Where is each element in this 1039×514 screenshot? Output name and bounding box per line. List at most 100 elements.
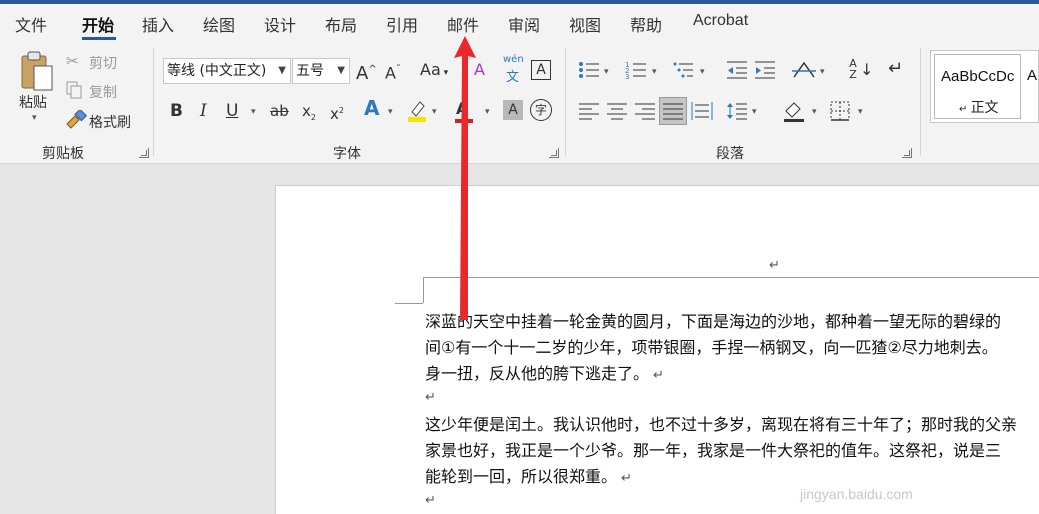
font-group-label: 字体 (333, 146, 361, 162)
text-effects-button[interactable]: A (364, 98, 379, 118)
return-mark: ↵ (425, 493, 436, 508)
scissors-icon: ✂ (66, 52, 79, 70)
style-next[interactable]: A (1025, 54, 1039, 119)
return-mark: ↵ (653, 368, 664, 383)
align-center-icon[interactable] (606, 102, 628, 120)
paste-button[interactable]: 粘贴 (19, 92, 47, 112)
highlight-icon[interactable] (406, 98, 428, 122)
font-color-dropdown[interactable]: ▾ (485, 107, 490, 117)
separator (565, 48, 566, 156)
shading-dropdown[interactable]: ▾ (812, 107, 817, 117)
text-effects-dropdown[interactable]: ▾ (388, 107, 393, 117)
paste-icon[interactable] (18, 50, 56, 92)
line-spacing-dropdown[interactable]: ▾ (752, 107, 757, 117)
return-mark: ↵ (425, 390, 436, 405)
return-mark: ↵ (621, 471, 632, 486)
paragraph-launcher-icon[interactable] (902, 148, 912, 158)
enclose-characters-button[interactable]: 字 (530, 99, 552, 121)
borders-icon[interactable] (830, 101, 850, 121)
phonetic-guide-hint: wén (503, 54, 524, 65)
paragraph-line[interactable]: 家景也好，我正是一个少爷。那一年，我家是一件大祭祀的值年。这祭祀，说是三 (425, 437, 1001, 461)
cut-button[interactable]: 剪切 (89, 53, 117, 73)
italic-button[interactable]: I (200, 101, 207, 121)
line-spacing-icon[interactable] (726, 101, 748, 121)
superscript-button[interactable]: x2 (330, 101, 344, 124)
character-border-icon[interactable]: A (531, 60, 551, 80)
header-separator (423, 277, 1039, 278)
style-normal[interactable]: AaBbCcDc ↵ 正文 (934, 54, 1021, 119)
paragraph-line[interactable]: 间①有一个十一二岁的少年，项带银圈，手捏一柄钢叉，向一匹猹②尽力地刺去。 (425, 334, 998, 358)
chevron-down-icon: ▼ (278, 65, 286, 76)
tab-review[interactable]: 审阅 (508, 12, 540, 36)
sort-icon[interactable]: A Z (847, 58, 859, 80)
align-right-icon[interactable] (634, 102, 656, 120)
tab-help[interactable]: 帮助 (630, 12, 662, 36)
font-launcher-icon[interactable] (549, 148, 559, 158)
paragraph-line-text: 能轮到一回，所以很郑重。 (425, 467, 618, 486)
multilevel-list-dropdown[interactable]: ▾ (700, 67, 705, 77)
phonetic-guide-icon[interactable]: 文 (506, 66, 519, 85)
separator (153, 48, 154, 156)
asian-layout-icon[interactable] (792, 59, 816, 81)
empty-paragraph[interactable]: ↵ (425, 386, 436, 405)
empty-paragraph[interactable]: ↵ (425, 489, 436, 508)
clipboard-group-label: 剪贴板 (42, 146, 84, 162)
crop-mark-horizontal (395, 303, 423, 304)
tab-layout[interactable]: 布局 (325, 12, 357, 36)
subscript-button[interactable]: x2 (302, 101, 316, 128)
paragraph-line[interactable]: 身一扭，反从他的胯下逃走了。 ↵ (425, 360, 664, 384)
tab-mailings[interactable]: 邮件 (447, 12, 479, 36)
bullets-dropdown[interactable]: ▾ (604, 67, 609, 77)
paragraph-group-label: 段落 (716, 146, 744, 162)
strikethrough-button[interactable]: ab (270, 101, 289, 121)
align-left-icon[interactable] (578, 102, 600, 120)
styles-gallery: AaBbCcDc ↵ 正文 A (930, 50, 1039, 123)
font-size-select[interactable]: 五号 ▼ (292, 58, 350, 84)
tab-acrobat[interactable]: Acrobat (693, 12, 748, 30)
tab-file[interactable]: 文件 (15, 12, 47, 36)
shrink-font-label: A (385, 63, 396, 83)
style-normal-label: ↵ 正文 (959, 100, 999, 116)
subscript-label: x (302, 102, 311, 120)
tab-draw[interactable]: 绘图 (203, 12, 235, 36)
shrink-font-icon[interactable]: Aˇ (385, 60, 401, 83)
tab-home[interactable]: 开始 (82, 12, 114, 36)
decrease-indent-icon[interactable] (726, 60, 748, 80)
highlight-dropdown[interactable]: ▾ (432, 107, 437, 117)
ribbon: 粘贴 ▾ ✂ 剪切 复制 格式刷 剪贴板 等线 (中文正文) ▼ 五号 ▼ A^ A… (0, 40, 1039, 164)
grow-font-icon[interactable]: A^ (356, 60, 377, 84)
borders-dropdown[interactable]: ▾ (858, 107, 863, 117)
asian-layout-dropdown[interactable]: ▾ (820, 67, 825, 77)
font-size-value: 五号 (296, 63, 324, 79)
copy-button[interactable]: 复制 (89, 82, 117, 102)
numbering-dropdown[interactable]: ▾ (652, 67, 657, 77)
underline-button[interactable]: U (226, 101, 238, 121)
shading-icon[interactable] (782, 99, 806, 123)
grow-font-label: A (356, 63, 369, 84)
multilevel-list-icon[interactable] (672, 60, 694, 80)
clipboard-launcher-icon[interactable] (139, 148, 149, 158)
tab-design[interactable]: 设计 (264, 12, 296, 36)
paragraph-line[interactable]: 能轮到一回，所以很郑重。 ↵ (425, 463, 632, 487)
paragraph-line[interactable]: 这少年便是闰土。我认识他时，也不过十多岁，离现在将有三十年了；那时我的父亲 (425, 411, 1017, 435)
numbering-icon[interactable]: 123 (625, 60, 647, 80)
increase-indent-icon[interactable] (754, 60, 776, 80)
style-normal-name: 正文 (970, 100, 999, 116)
change-case-icon[interactable]: Aa ▾ (420, 60, 448, 83)
tab-insert[interactable]: 插入 (142, 12, 174, 36)
show-marks-icon[interactable]: ↵ (888, 58, 903, 79)
paragraph-line[interactable]: 深蓝的天空中挂着一轮金黄的圆月，下面是海边的沙地，都种着一望无际的碧绿的 (425, 308, 1001, 332)
bold-button[interactable]: B (170, 101, 183, 121)
font-name-select[interactable]: 等线 (中文正文) ▼ (163, 58, 291, 84)
format-painter-button[interactable]: 格式刷 (89, 112, 131, 132)
underline-dropdown[interactable]: ▾ (251, 107, 256, 117)
paste-dropdown[interactable]: ▾ (32, 113, 37, 123)
distributed-icon[interactable] (691, 102, 713, 120)
tab-references[interactable]: 引用 (386, 12, 418, 36)
character-shading-button[interactable]: A (503, 100, 523, 120)
tab-view[interactable]: 视图 (569, 12, 601, 36)
bullets-icon[interactable] (578, 60, 600, 80)
justify-button[interactable] (659, 97, 687, 125)
font-name-value: 等线 (中文正文) (167, 63, 267, 79)
copy-icon (66, 81, 82, 99)
